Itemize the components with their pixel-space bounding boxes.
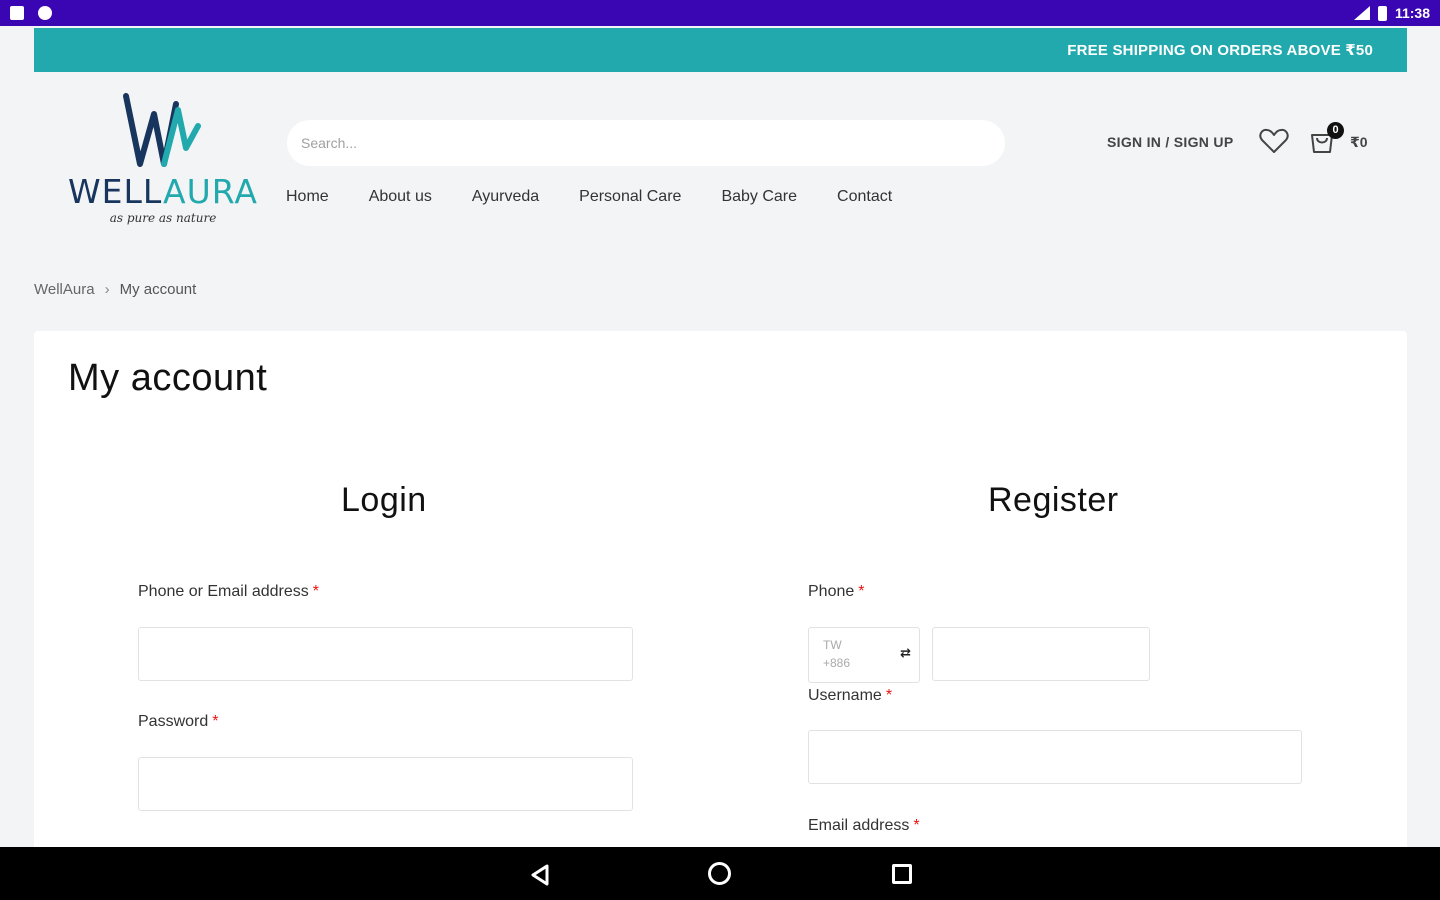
android-icon bbox=[38, 6, 52, 20]
promo-banner: FREE SHIPPING ON ORDERS ABOVE ₹50 bbox=[34, 28, 1407, 72]
breadcrumb-current: My account bbox=[119, 281, 197, 298]
breadcrumb-separator: › bbox=[104, 281, 110, 298]
dial-code: +886 bbox=[823, 656, 851, 670]
heart-icon[interactable] bbox=[1259, 128, 1289, 154]
cart-count-badge: 0 bbox=[1327, 122, 1344, 139]
logo-wordmark: WELLAURA bbox=[68, 172, 258, 211]
system-nav-bar bbox=[0, 847, 1440, 900]
promo-text: FREE SHIPPING ON ORDERS ABOVE ₹50 bbox=[1067, 42, 1373, 59]
identifier-label: Phone or Email address * bbox=[138, 583, 319, 600]
nav-item-baby-care[interactable]: Baby Care bbox=[721, 188, 797, 206]
page-title: My account bbox=[68, 357, 268, 399]
nav-item-personal-care[interactable]: Personal Care bbox=[579, 188, 681, 206]
account-card: My account Login Register Phone or Email… bbox=[34, 331, 1407, 861]
identifier-input[interactable] bbox=[138, 627, 633, 681]
back-icon[interactable] bbox=[529, 863, 551, 887]
cart-total[interactable]: ₹0 bbox=[1350, 134, 1368, 151]
nav-item-home[interactable]: Home bbox=[286, 188, 329, 206]
sd-card-icon bbox=[10, 6, 24, 20]
logo-mark-icon bbox=[123, 93, 201, 167]
nav-item-ayurveda[interactable]: Ayurveda bbox=[472, 188, 539, 206]
required-mark: * bbox=[885, 687, 893, 704]
status-time: 11:38 bbox=[1394, 5, 1430, 21]
country-code-select[interactable]: TW +886 ⇄ bbox=[808, 627, 920, 683]
battery-icon bbox=[1377, 5, 1387, 21]
dropdown-arrow-icon: ⇄ bbox=[900, 645, 911, 660]
search-input[interactable] bbox=[287, 120, 1005, 166]
register-heading: Register bbox=[988, 481, 1119, 519]
required-mark: * bbox=[312, 583, 319, 600]
home-icon[interactable] bbox=[708, 862, 731, 885]
username-input[interactable] bbox=[808, 730, 1302, 784]
email-label: Email address * bbox=[808, 817, 920, 834]
nav-item-about[interactable]: About us bbox=[369, 188, 432, 206]
required-mark: * bbox=[858, 583, 865, 600]
main-nav: Home About us Ayurveda Personal Care Bab… bbox=[286, 188, 892, 206]
login-heading: Login bbox=[341, 481, 427, 519]
site-logo[interactable]: WELLAURA as pure as nature bbox=[68, 92, 258, 232]
password-label: Password * bbox=[138, 713, 219, 730]
signal-icon bbox=[1353, 6, 1370, 20]
password-input[interactable] bbox=[138, 757, 633, 811]
status-bar: 11:38 bbox=[0, 0, 1440, 26]
phone-input[interactable] bbox=[932, 627, 1150, 681]
breadcrumb: WellAura › My account bbox=[34, 281, 196, 298]
nav-item-contact[interactable]: Contact bbox=[837, 188, 892, 206]
recent-apps-icon[interactable] bbox=[892, 864, 912, 884]
required-mark: * bbox=[913, 817, 920, 834]
breadcrumb-home[interactable]: WellAura bbox=[34, 281, 95, 298]
signin-link[interactable]: SIGN IN / SIGN UP bbox=[1107, 134, 1233, 150]
logo-tagline: as pure as nature bbox=[109, 211, 217, 225]
username-label: Username * bbox=[808, 687, 893, 704]
phone-label: Phone * bbox=[808, 583, 865, 600]
required-mark: * bbox=[212, 713, 219, 730]
country-code: TW bbox=[823, 638, 842, 652]
